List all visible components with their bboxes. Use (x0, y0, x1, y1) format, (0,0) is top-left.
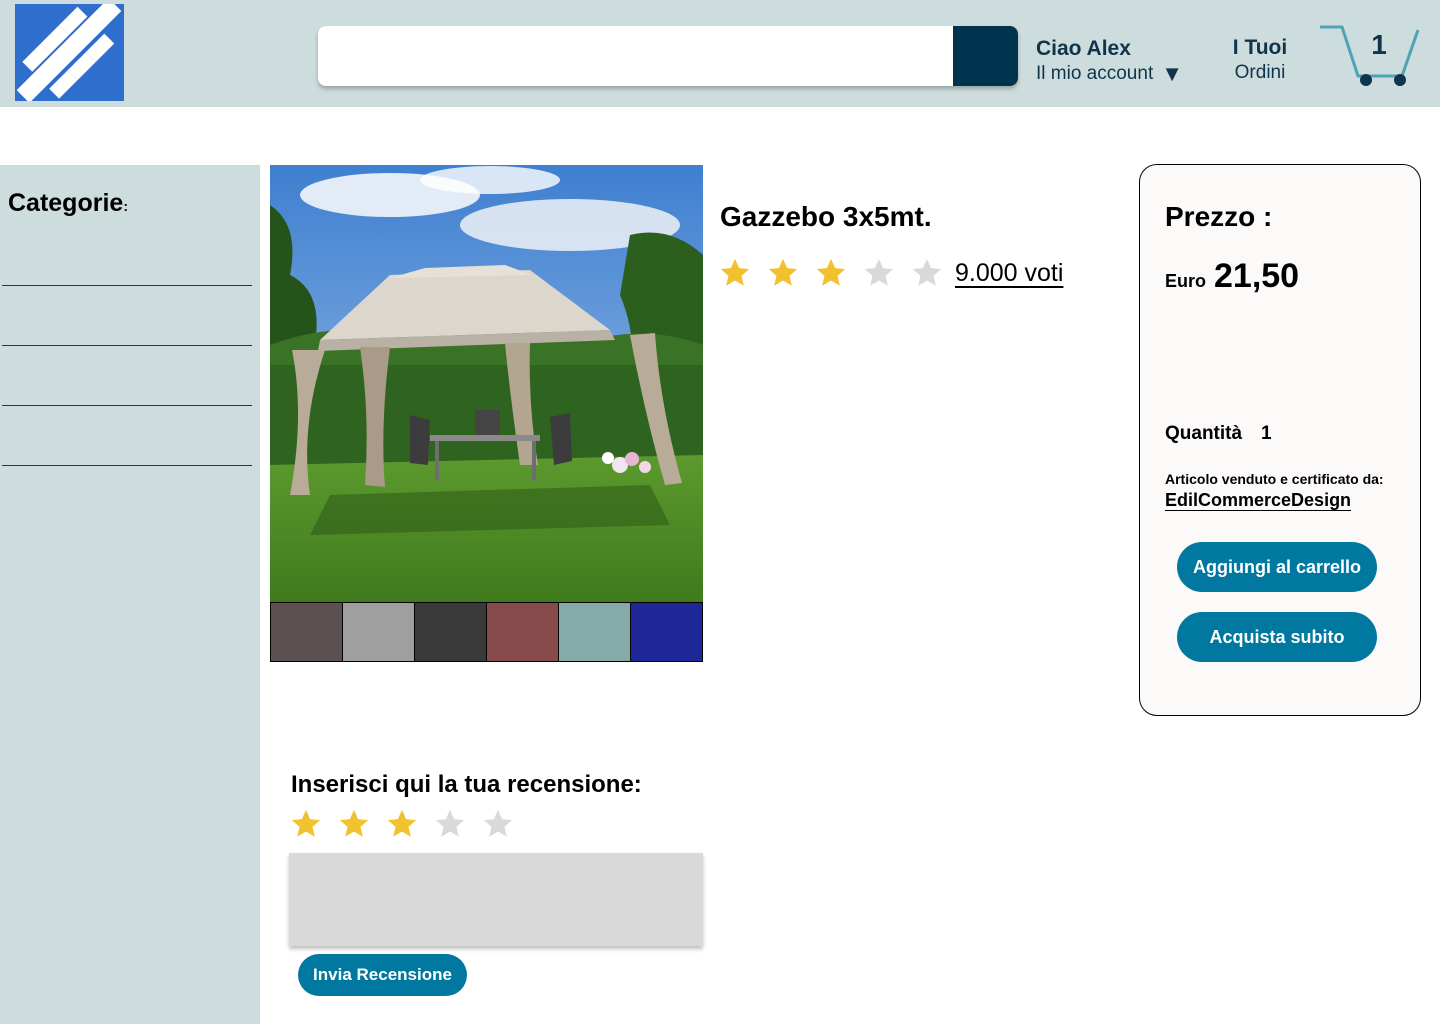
sold-by-label: Articolo venduto e certificato da: (1165, 471, 1384, 487)
account-menu[interactable]: Ciao Alex Il mio account ▼ (1036, 36, 1183, 86)
star-icon[interactable] (289, 807, 323, 841)
category-item[interactable] (2, 405, 252, 406)
color-swatch[interactable] (271, 603, 343, 661)
caret-down-icon[interactable]: ▼ (1161, 62, 1183, 86)
category-item[interactable] (2, 465, 252, 466)
categories-title-colon: : (123, 198, 128, 214)
search-bar (318, 26, 1018, 86)
logo-mark-icon (16, 0, 122, 103)
quantity-label: Quantità (1165, 423, 1243, 444)
categories-sidebar: Categorie: (0, 165, 260, 1024)
account-greeting: Ciao Alex (1036, 37, 1131, 60)
star-icon[interactable] (337, 807, 371, 841)
price-panel: Prezzo : Euro 21,50 Quantità 1 Articolo … (1139, 164, 1421, 716)
product-rating-stars (718, 256, 944, 290)
review-title: Inserisci qui la tua recensione: (291, 771, 642, 798)
orders-label-line2: Ordini (1234, 62, 1286, 83)
color-swatch[interactable] (343, 603, 415, 661)
buy-now-button[interactable]: Acquista subito (1177, 612, 1377, 662)
price-currency: Euro (1165, 271, 1207, 291)
orders-link[interactable]: I Tuoi Ordini (1226, 35, 1294, 85)
review-rating-stars (289, 807, 515, 841)
account-label-row: Il mio account ▼ (1036, 62, 1183, 86)
category-item[interactable] (2, 285, 252, 286)
star-icon[interactable] (910, 256, 944, 290)
categories-title: Categorie: (8, 189, 128, 218)
color-swatch[interactable] (487, 603, 559, 661)
star-icon[interactable] (814, 256, 848, 290)
search-input[interactable] (318, 26, 938, 86)
cart-count-badge: 1 (1371, 29, 1387, 60)
submit-review-button[interactable]: Invia Recensione (298, 954, 467, 996)
logo[interactable] (15, 0, 124, 103)
quantity-value[interactable]: 1 (1261, 423, 1272, 445)
star-icon[interactable] (385, 807, 419, 841)
color-swatch[interactable] (559, 603, 631, 661)
color-swatch[interactable] (631, 603, 702, 661)
product-image[interactable] (270, 165, 703, 602)
star-icon[interactable] (481, 807, 515, 841)
color-swatch[interactable] (415, 603, 487, 661)
search-button[interactable] (953, 26, 1018, 86)
product-title: Gazzebo 3x5mt. (720, 201, 932, 232)
price-value: 21,50 (1214, 257, 1300, 295)
orders-label-line1: I Tuoi (1232, 36, 1288, 59)
star-icon[interactable] (718, 256, 752, 290)
price-label: Prezzo : (1165, 201, 1273, 232)
category-item[interactable] (2, 345, 252, 346)
gazebo-photo (270, 165, 703, 602)
add-to-cart-button[interactable]: Aggiungi al carrello (1177, 542, 1377, 592)
top-header: Ciao Alex Il mio account ▼ I Tuoi Ordini … (0, 0, 1440, 107)
votes-link[interactable]: 9.000 voti (955, 259, 1063, 288)
color-swatches (270, 602, 703, 662)
categories-title-text: Categorie (8, 189, 124, 217)
review-textarea[interactable] (289, 853, 703, 946)
star-icon[interactable] (862, 256, 896, 290)
star-icon[interactable] (433, 807, 467, 841)
star-icon[interactable] (766, 256, 800, 290)
seller-link[interactable]: EdilCommerceDesign (1165, 490, 1351, 511)
account-label: Il mio account (1036, 63, 1154, 84)
